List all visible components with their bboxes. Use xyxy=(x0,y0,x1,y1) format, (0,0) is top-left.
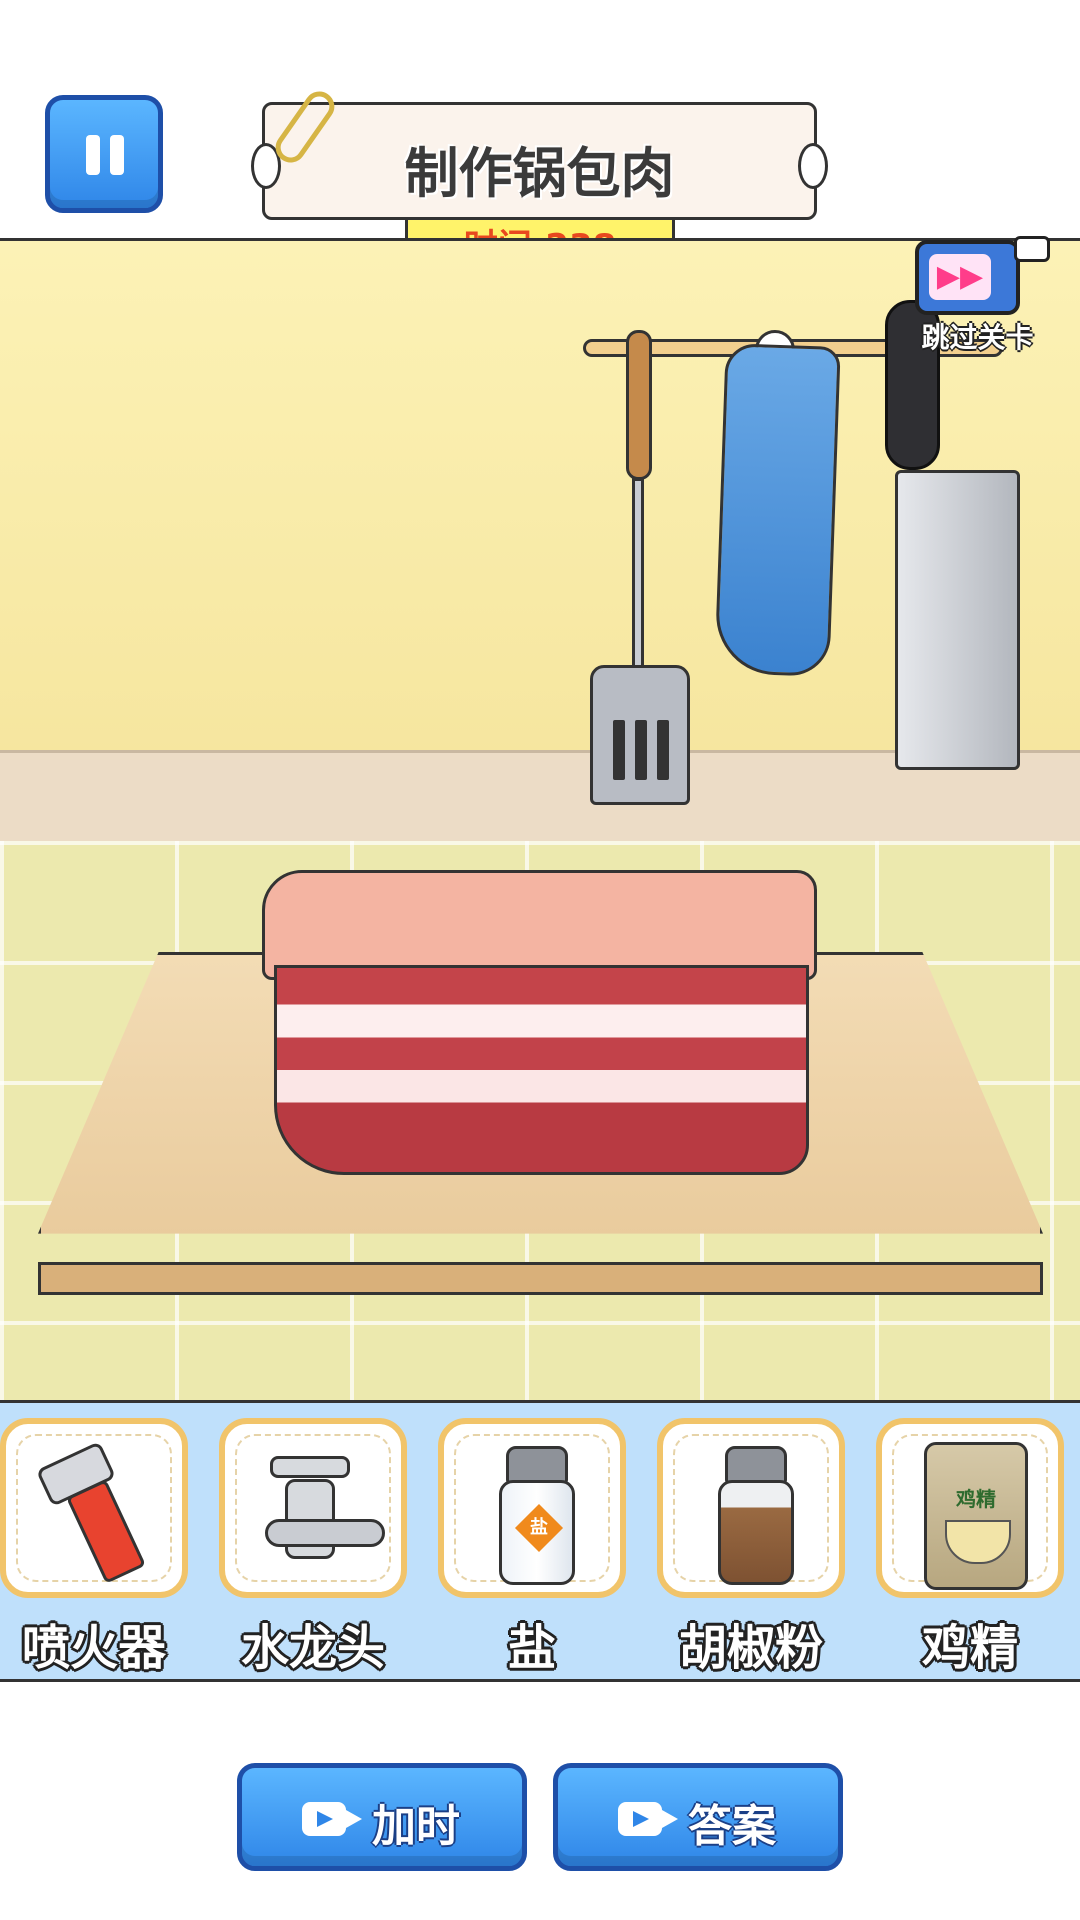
skip-level-button[interactable]: ▶▶ 跳过关卡 xyxy=(905,220,1050,354)
tool-faucet[interactable]: 水龙头 xyxy=(219,1418,407,1688)
tool-pepper[interactable]: 胡椒粉 xyxy=(657,1418,845,1688)
video-camera-icon xyxy=(618,1802,678,1836)
tool-salt[interactable]: 盐 盐 xyxy=(438,1418,626,1688)
tool-label: 胡椒粉 xyxy=(678,1620,823,1676)
pepper-shaker-icon xyxy=(725,1446,787,1484)
answer-label: 答案 xyxy=(688,1801,776,1852)
level-title: 制作锅包肉 xyxy=(404,142,675,205)
answer-button[interactable]: 答案 xyxy=(553,1763,843,1871)
tool-chicken-essence[interactable]: 鸡精 鸡精 xyxy=(876,1418,1064,1688)
faucet-icon xyxy=(270,1456,350,1478)
pause-button[interactable] xyxy=(45,95,163,213)
video-camera-icon xyxy=(302,1802,362,1836)
tv-fast-forward-icon: ▶▶ xyxy=(915,240,1020,315)
tool-label: 盐 xyxy=(507,1620,556,1676)
cleaver[interactable] xyxy=(895,470,1020,770)
spatula[interactable] xyxy=(626,330,652,480)
pork-belly[interactable] xyxy=(262,870,817,1180)
add-time-button[interactable]: 加时 xyxy=(237,1763,527,1871)
tool-label: 水龙头 xyxy=(240,1620,385,1676)
level-title-banner: 制作锅包肉 xyxy=(251,85,828,220)
tool-label: 喷火器 xyxy=(21,1620,166,1676)
tool-gas-torch[interactable]: 喷火器 xyxy=(0,1418,188,1688)
tool-bar: 喷火器 水龙头 盐 盐 胡椒粉 鸡精 鸡精 xyxy=(0,1400,1080,1682)
chicken-essence-bag-icon: 鸡精 xyxy=(924,1442,1028,1590)
salt-shaker-icon xyxy=(506,1446,568,1484)
skip-level-label: 跳过关卡 xyxy=(921,321,1034,354)
add-time-label: 加时 xyxy=(372,1801,460,1852)
pause-icon xyxy=(86,135,100,175)
video-camera-icon xyxy=(1014,236,1050,262)
spatula-head[interactable] xyxy=(590,665,690,805)
towel[interactable] xyxy=(714,343,841,677)
tool-label: 鸡精 xyxy=(921,1620,1018,1676)
